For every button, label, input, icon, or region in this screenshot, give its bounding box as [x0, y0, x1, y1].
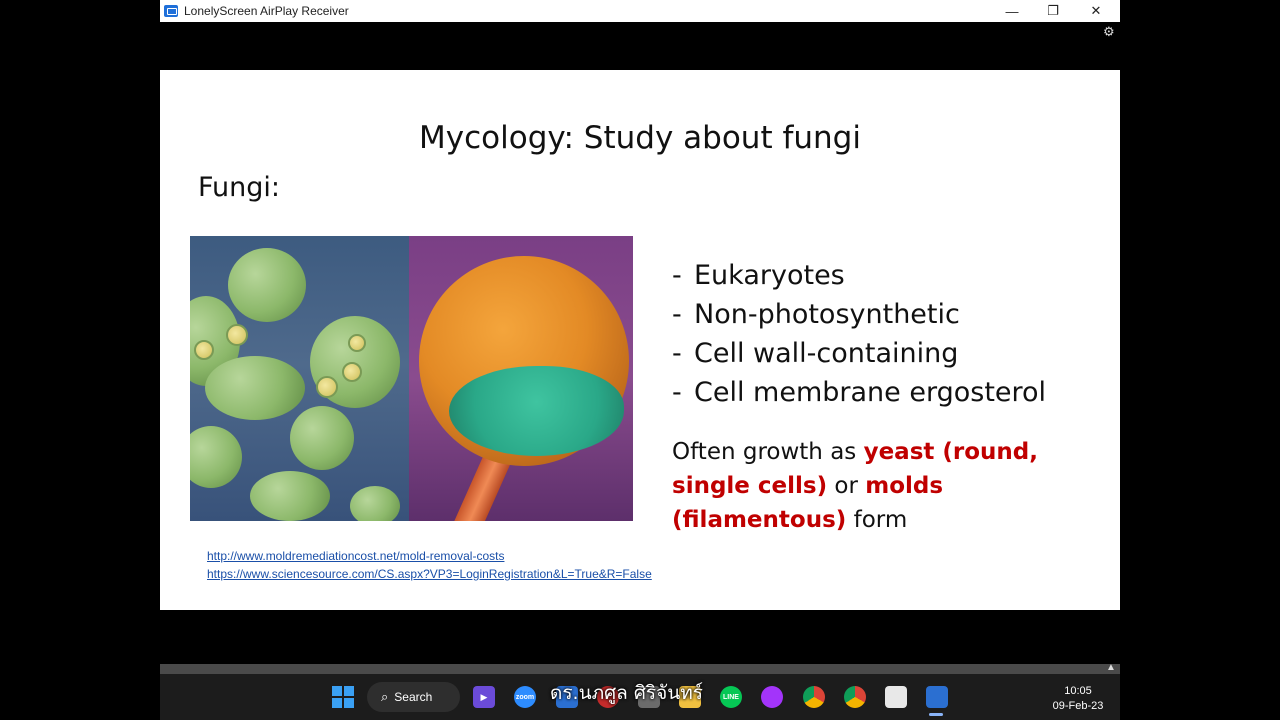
bullet-item: - Non-photosynthetic: [672, 295, 1046, 334]
system-clock[interactable]: 10:05 09-Feb-23: [1040, 684, 1116, 714]
zoom-icon[interactable]: zoom: [514, 686, 536, 708]
chrome-icon[interactable]: [803, 686, 825, 708]
taskbar-search-box[interactable]: ⌕ Search: [367, 682, 460, 712]
title-bar[interactable]: LonelyScreen AirPlay Receiver — ❐ ✕: [160, 0, 1120, 22]
lonelyscreen-icon[interactable]: [926, 686, 948, 708]
bullet-text: Eukaryotes: [694, 260, 845, 291]
windows-start-icon[interactable]: [332, 686, 354, 708]
bullet-item: - Eukaryotes: [672, 256, 1046, 295]
line-icon[interactable]: LINE: [720, 686, 742, 708]
fungi-microscopy-image: [190, 236, 633, 521]
source-link-sciencesource[interactable]: https://www.sciencesource.com/CS.aspx?VP…: [207, 567, 652, 581]
settings-gear-icon[interactable]: ⚙: [1103, 24, 1115, 40]
minimize-button[interactable]: —: [990, 0, 1034, 22]
bullet-text: Non-photosynthetic: [694, 299, 960, 330]
scroll-up-arrow-icon[interactable]: ▲: [1106, 662, 1116, 673]
bullet-item: - Cell membrane ergosterol: [672, 373, 1046, 412]
meet-icon[interactable]: ▶: [473, 686, 495, 708]
source-link-mold-removal[interactable]: http://www.moldremediationcost.net/mold-…: [207, 549, 504, 563]
growth-text-1: Often growth as: [672, 439, 864, 465]
horizontal-scrollbar[interactable]: [160, 664, 1120, 674]
search-label: Search: [394, 690, 433, 704]
bullet-dash: -: [672, 260, 682, 291]
messenger-icon[interactable]: [761, 686, 783, 708]
bullet-text: Cell membrane ergosterol: [694, 377, 1047, 408]
window-title: LonelyScreen AirPlay Receiver: [184, 4, 349, 18]
slide-title: Mycology: Study about fungi: [419, 120, 861, 156]
video-caption: ดร.นภศูล ศิริจันทร์: [550, 682, 703, 704]
close-button[interactable]: ✕: [1074, 0, 1118, 22]
mold-sporangium-image: [409, 236, 633, 521]
search-icon: ⌕: [381, 689, 389, 704]
growth-text-2: or: [827, 473, 866, 499]
snipping-tool-icon[interactable]: [885, 686, 907, 708]
bullet-dash: -: [672, 377, 682, 408]
yeast-cells-image: [190, 236, 409, 521]
growth-forms-text: Often growth as yeast (round, single cel…: [672, 435, 1102, 537]
clock-time: 10:05: [1064, 685, 1092, 697]
bullet-item: - Cell wall-containing: [672, 334, 1046, 373]
restore-button[interactable]: ❐: [1031, 0, 1075, 22]
bullet-text: Cell wall-containing: [694, 338, 959, 369]
growth-text-3: form: [846, 507, 908, 533]
app-window: LonelyScreen AirPlay Receiver — ❐ ✕ ⚙ My…: [160, 0, 1120, 720]
windows-taskbar: ⌕ Search ▶ zoom LINE ดร.นภศูล ศิริจันทร์…: [160, 674, 1120, 720]
bullet-dash: -: [672, 299, 682, 330]
bullet-dash: -: [672, 338, 682, 369]
presentation-slide: Mycology: Study about fungi Fungi: - Euk…: [160, 70, 1120, 610]
chrome-profile-icon[interactable]: [844, 686, 866, 708]
active-app-indicator: [929, 713, 943, 716]
clock-date: 09-Feb-23: [1052, 700, 1104, 712]
left-letterbox: [0, 0, 160, 720]
slide-subtitle: Fungi:: [198, 172, 281, 203]
right-letterbox: [1120, 0, 1280, 720]
bullet-list: - Eukaryotes - Non-photosynthetic - Cell wa…: [672, 256, 1046, 412]
lonelyscreen-app-icon: [164, 5, 178, 17]
